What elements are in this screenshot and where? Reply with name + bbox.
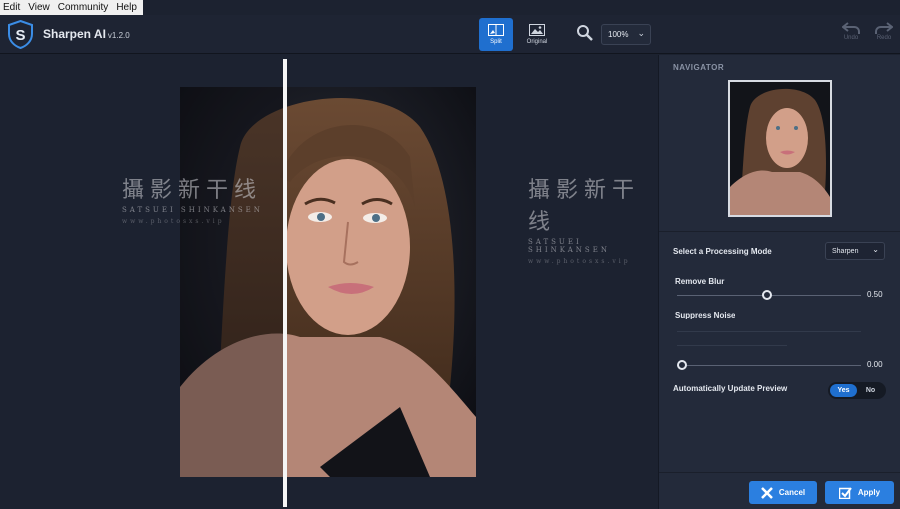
original-label: Original bbox=[526, 39, 548, 45]
footer-divider bbox=[659, 472, 900, 473]
cancel-label: Cancel bbox=[778, 488, 806, 497]
settings-panel: NAVIGATOR Select a Processing Mode Sharp… bbox=[658, 55, 900, 509]
menu-view[interactable]: View bbox=[28, 2, 50, 13]
split-divider-handle[interactable] bbox=[283, 59, 287, 507]
navigator-heading: NAVIGATOR bbox=[673, 63, 725, 72]
redo-button[interactable]: Redo bbox=[871, 21, 897, 49]
menu-edit[interactable]: Edit bbox=[3, 2, 20, 13]
suppress-noise-guide bbox=[677, 331, 861, 332]
zoom-dropdown[interactable]: 100% ⌄ bbox=[601, 24, 651, 45]
chevron-down-icon: ⌄ bbox=[637, 28, 645, 38]
processing-mode-dropdown[interactable]: Sharpen ⌄ bbox=[825, 242, 885, 260]
menu-bar: Edit View Community Help bbox=[0, 0, 143, 15]
zoom-value: 100% bbox=[608, 30, 629, 39]
close-icon bbox=[760, 486, 773, 499]
apply-label: Apply bbox=[857, 488, 881, 497]
menu-help[interactable]: Help bbox=[116, 2, 137, 13]
cancel-button[interactable]: Cancel bbox=[749, 481, 817, 504]
watermark-subtitle: SATSUEI SHINKANSEN bbox=[122, 206, 263, 214]
watermark-subtitle: SATSUEI SHINKANSEN bbox=[528, 238, 610, 254]
watermark-right: 攝影新干线 SATSUEI SHINKANSEN www.photosxs.vi… bbox=[528, 172, 658, 265]
watermark-url: www.photosxs.vip bbox=[122, 218, 225, 225]
top-toolbar: S Sharpen AI v1.2.0 Split Original 100% ⌄… bbox=[0, 15, 900, 54]
portrait-photo bbox=[180, 87, 476, 477]
split-view-button[interactable]: Split bbox=[479, 18, 513, 51]
portrait-image bbox=[180, 87, 476, 477]
split-label: Split bbox=[490, 39, 502, 45]
app-version: v1.2.0 bbox=[107, 31, 130, 40]
apply-button[interactable]: Apply bbox=[825, 481, 894, 504]
watermark-title: 攝影新干线 bbox=[122, 178, 263, 203]
menu-community[interactable]: Community bbox=[58, 2, 109, 13]
app-logo-icon: S bbox=[8, 20, 33, 49]
undo-button[interactable]: Undo bbox=[838, 21, 864, 49]
watermark-url: www.photosxs.vip bbox=[528, 258, 631, 265]
navigator-thumbnail[interactable] bbox=[728, 80, 832, 217]
suppress-noise-guide bbox=[677, 345, 787, 346]
processing-mode-label: Select a Processing Mode bbox=[673, 247, 772, 256]
redo-label: Redo bbox=[876, 35, 892, 41]
watermark-title: 攝影新干线 bbox=[528, 178, 641, 235]
suppress-noise-track[interactable] bbox=[677, 365, 861, 366]
zoom-icon[interactable] bbox=[576, 24, 594, 42]
remove-blur-label: Remove Blur bbox=[675, 277, 725, 286]
split-view-icon bbox=[488, 24, 504, 36]
suppress-noise-value: 0.00 bbox=[867, 360, 883, 369]
thumbnail-image bbox=[730, 82, 830, 215]
auto-update-no[interactable]: No bbox=[857, 384, 884, 397]
preview-canvas[interactable]: 攝影新干线 SATSUEI SHINKANSEN www.photosxs.vi… bbox=[0, 55, 658, 509]
redo-icon bbox=[875, 22, 893, 34]
chevron-down-icon: ⌄ bbox=[872, 245, 879, 254]
auto-update-toggle[interactable]: Yes No bbox=[828, 382, 886, 399]
suppress-noise-slider-handle[interactable] bbox=[677, 360, 687, 370]
undo-icon bbox=[842, 22, 860, 34]
processing-mode-value: Sharpen bbox=[832, 247, 859, 255]
svg-text:S: S bbox=[15, 27, 25, 44]
watermark-left: 攝影新干线 SATSUEI SHINKANSEN www.photosxs.vi… bbox=[122, 172, 263, 225]
original-view-button[interactable]: Original bbox=[520, 18, 554, 51]
remove-blur-value: 0.50 bbox=[867, 290, 883, 299]
app-name: Sharpen AI bbox=[43, 27, 106, 41]
suppress-noise-label: Suppress Noise bbox=[675, 311, 736, 319]
app-title: Sharpen AI v1.2.0 bbox=[43, 27, 130, 41]
auto-update-yes[interactable]: Yes bbox=[830, 384, 857, 397]
remove-blur-slider-handle[interactable] bbox=[762, 290, 772, 300]
image-icon bbox=[529, 24, 545, 36]
panel-divider bbox=[659, 231, 900, 232]
undo-label: Undo bbox=[843, 35, 859, 41]
apply-check-icon bbox=[838, 486, 852, 499]
auto-update-label: Automatically Update Preview bbox=[673, 384, 788, 393]
